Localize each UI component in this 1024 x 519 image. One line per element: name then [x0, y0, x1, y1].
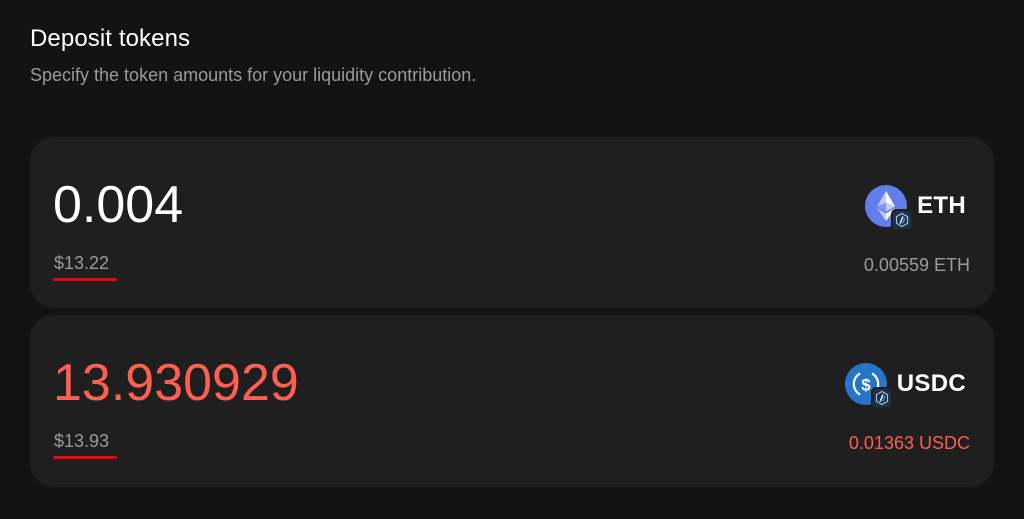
eth-token-selector[interactable]: ETH [865, 184, 966, 231]
usdc-usd-underline [53, 456, 117, 459]
eth-usd-underline [53, 278, 117, 281]
usdc-usd-value: $13.93 [54, 431, 110, 451]
usdc-amount-input[interactable] [53, 353, 573, 413]
page-subtitle: Specify the token amounts for your liqui… [30, 65, 477, 85]
deposit-tokens-panel: Deposit tokens Specify the token amounts… [0, 0, 1024, 519]
eth-wallet-balance: 0.00559 ETH [863, 255, 970, 275]
usdc-deposit-card: $13.93 $ USDC [30, 315, 994, 487]
eth-amount-input[interactable] [53, 175, 573, 235]
page-title: Deposit tokens [30, 25, 191, 52]
usdc-token-selector[interactable]: $ USDC [844, 362, 966, 409]
arbitrum-icon [870, 387, 893, 409]
svg-text:$: $ [861, 376, 871, 395]
eth-icon [865, 185, 914, 231]
usdc-wallet-balance: 0.01363 USDC [848, 433, 970, 453]
usdc-token-symbol: USDC [896, 370, 966, 397]
eth-usd-value: $13.22 [54, 253, 110, 273]
eth-deposit-card: $13.22 [30, 137, 994, 308]
arbitrum-icon [891, 209, 914, 231]
eth-token-symbol: ETH [917, 192, 966, 219]
usdc-icon: $ [844, 363, 893, 409]
